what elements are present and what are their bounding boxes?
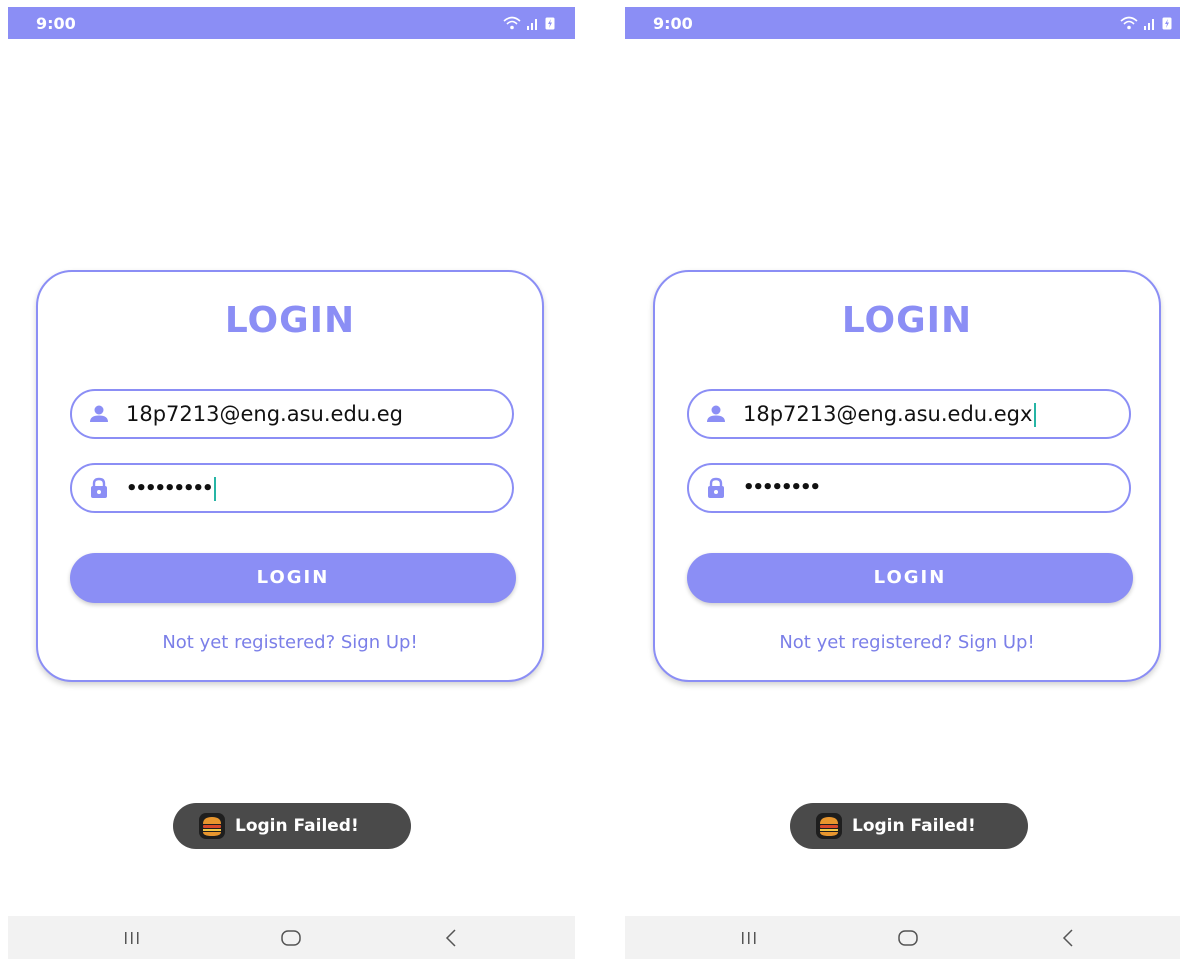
email-text: 18p7213@eng.asu.edu.egx [743, 402, 1033, 426]
back-icon[interactable] [1057, 927, 1081, 949]
toast-text: Login Failed! [852, 816, 976, 836]
home-icon[interactable] [896, 927, 920, 949]
status-bar: 9:00 [8, 7, 575, 39]
status-icons [503, 16, 555, 30]
phone-screen-left: 9:00 LOGIN 18p7213@eng.asu.edu.eg ••••••… [8, 7, 575, 959]
toast-message: Login Failed! [790, 803, 1028, 849]
app-burger-icon [199, 813, 225, 839]
signup-link[interactable]: Not yet registered? Sign Up! [655, 632, 1159, 653]
nav-bar [625, 916, 1180, 959]
status-time: 9:00 [36, 14, 76, 33]
recent-apps-icon[interactable] [120, 927, 144, 949]
signup-link[interactable]: Not yet registered? Sign Up! [38, 632, 542, 653]
page-title: LOGIN [841, 300, 973, 341]
phone-screen-right: 9:00 LOGIN 18p7213@eng.asu.edu.egx •••••… [625, 7, 1180, 959]
email-value: 18p7213@eng.asu.edu.egx [743, 402, 1037, 427]
login-card: LOGIN 18p7213@eng.asu.edu.egx •••••••• L… [653, 270, 1161, 682]
login-card: LOGIN 18p7213@eng.asu.edu.eg ••••••••• L… [36, 270, 544, 682]
text-cursor [213, 477, 216, 501]
home-icon[interactable] [279, 927, 303, 949]
battery-charging-icon [545, 16, 555, 30]
text-cursor [1034, 403, 1037, 427]
lock-icon [88, 477, 110, 499]
back-icon[interactable] [440, 927, 464, 949]
login-button[interactable]: LOGIN [687, 553, 1133, 603]
nav-bar [8, 916, 575, 959]
password-field[interactable]: ••••••••• [70, 463, 514, 513]
toast-message: Login Failed! [173, 803, 411, 849]
wifi-icon [503, 16, 521, 30]
person-icon [88, 403, 110, 425]
password-dots: •••••••• [743, 477, 821, 498]
app-burger-icon [816, 813, 842, 839]
password-dots: ••••••••• [126, 478, 214, 499]
battery-charging-icon [1162, 16, 1172, 30]
email-value: 18p7213@eng.asu.edu.eg [126, 402, 404, 426]
status-time: 9:00 [653, 14, 693, 33]
signal-icon [526, 17, 540, 30]
status-bar: 9:00 [625, 7, 1180, 39]
recent-apps-icon[interactable] [737, 927, 761, 949]
wifi-icon [1120, 16, 1138, 30]
status-icons [1120, 16, 1172, 30]
password-field[interactable]: •••••••• [687, 463, 1131, 513]
password-value: ••••••••• [126, 477, 216, 501]
page-title: LOGIN [224, 300, 356, 341]
person-icon [705, 403, 727, 425]
signal-icon [1143, 17, 1157, 30]
login-button[interactable]: LOGIN [70, 553, 516, 603]
lock-icon [705, 477, 727, 499]
toast-text: Login Failed! [235, 816, 359, 836]
email-field[interactable]: 18p7213@eng.asu.edu.eg [70, 389, 514, 439]
email-field[interactable]: 18p7213@eng.asu.edu.egx [687, 389, 1131, 439]
